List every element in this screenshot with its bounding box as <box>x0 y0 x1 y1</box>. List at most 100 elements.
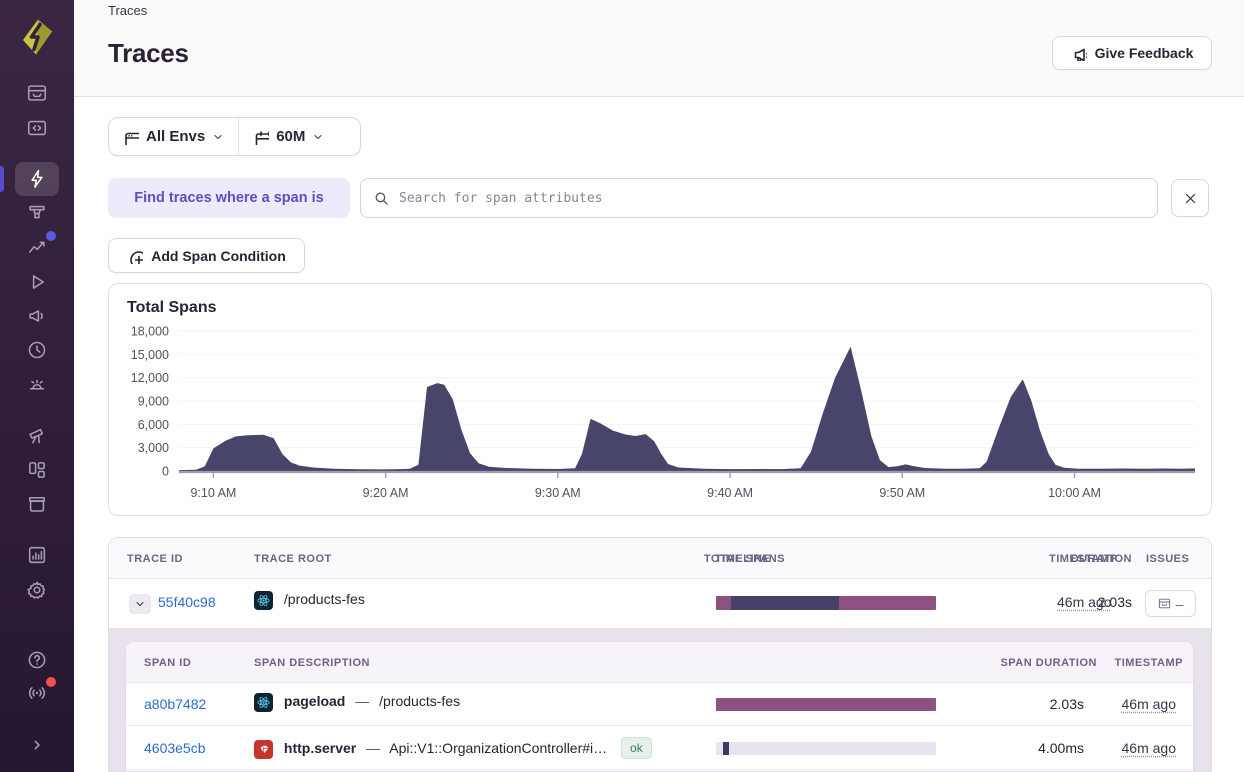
span-op: http.server <box>283 740 357 756</box>
sentry-logo-icon[interactable] <box>17 17 57 57</box>
trace-timestamp[interactable]: 46m ago <box>1057 594 1111 610</box>
trace-issues-button[interactable]: – <box>1145 590 1196 617</box>
releases-icon <box>29 496 45 512</box>
span-row[interactable]: 4603e5cb http.server — Api::V1::Organiza… <box>126 727 1193 770</box>
sidebar-item-feedback[interactable] <box>15 299 59 333</box>
sidebar-item-explore[interactable] <box>0 162 59 196</box>
sidebar-item-discover[interactable] <box>15 419 59 453</box>
sidebar-item-projects[interactable] <box>15 111 59 145</box>
chevron-down-icon <box>136 602 144 606</box>
performance-icon <box>28 241 45 253</box>
span-status-badge: ok <box>621 737 652 759</box>
svg-text:0: 0 <box>162 465 169 479</box>
span-timestamp[interactable]: 46m ago <box>1122 740 1176 756</box>
issues-icon <box>27 85 47 101</box>
svg-text:9,000: 9,000 <box>138 395 169 409</box>
separator: — <box>355 693 370 709</box>
search-icon <box>375 192 388 205</box>
window-icon <box>125 132 139 145</box>
ruby-icon <box>254 740 273 759</box>
sidebar-item-crons[interactable] <box>15 333 59 367</box>
insights-icon <box>29 205 45 219</box>
environment-filter-label: All Envs <box>146 128 206 145</box>
trace-root-label: /products-fes <box>283 591 365 607</box>
sidebar <box>0 0 74 772</box>
span-duration-bar <box>716 742 936 755</box>
time-range-label: 60M <box>276 128 306 145</box>
svg-text:9:10 AM: 9:10 AM <box>190 486 236 500</box>
trace-row[interactable]: 55f40c98 /products-fes 624 2.03s 46m ago <box>109 579 1211 628</box>
span-id-link[interactable]: 4603e5cb <box>144 740 206 756</box>
give-feedback-button[interactable]: Give Feedback <box>1052 36 1212 70</box>
trace-id-link[interactable]: 55f40c98 <box>158 594 216 610</box>
sidebar-item-releases[interactable] <box>15 487 59 521</box>
explore-icon <box>31 169 43 188</box>
add-span-condition-label: Add Span Condition <box>151 247 286 264</box>
svg-text:9:40 AM: 9:40 AM <box>707 486 753 500</box>
react-icon <box>254 693 273 712</box>
trace-table-header: TRACE ID TRACE ROOT TOTAL SPANS TIMELINE… <box>109 538 1211 579</box>
collapse-trace-button[interactable] <box>129 594 151 614</box>
add-span-condition-button[interactable]: Add Span Condition <box>108 238 305 273</box>
span-id-link[interactable]: a80b7482 <box>144 696 206 712</box>
sidebar-item-dashboards[interactable] <box>15 453 59 487</box>
expanded-trace-panel: SPAN ID SPAN DESCRIPTION SPAN DURATION T… <box>109 628 1211 771</box>
sidebar-item-settings[interactable] <box>15 573 59 607</box>
column-span-description: SPAN DESCRIPTION <box>254 657 370 669</box>
span-table: SPAN ID SPAN DESCRIPTION SPAN DURATION T… <box>126 642 1193 771</box>
breadcrumb[interactable]: Traces <box>108 3 147 18</box>
sidebar-item-replays[interactable] <box>15 265 59 299</box>
sidebar-item-insights[interactable] <box>15 196 59 230</box>
issue-icon <box>1158 598 1170 609</box>
whats-new-notification-dot <box>46 677 56 687</box>
environment-filter[interactable]: All Envs <box>109 118 238 155</box>
column-trace-root: TRACE ROOT <box>254 553 332 565</box>
chevron-down-icon <box>314 134 322 139</box>
sidebar-item-collapse[interactable] <box>15 728 59 762</box>
clear-search-button[interactable] <box>1171 179 1209 217</box>
page-title: Traces <box>108 38 189 68</box>
sidebar-item-issues[interactable] <box>15 76 59 110</box>
close-icon <box>1185 193 1195 203</box>
react-icon <box>254 591 273 610</box>
span-op: pageload <box>283 693 346 709</box>
span-search-box <box>360 178 1158 218</box>
svg-text:9:20 AM: 9:20 AM <box>363 486 409 500</box>
column-span-duration: SPAN DURATION <box>1000 657 1097 669</box>
total-spans-area-chart: 0 3,000 6,000 9,000 12,000 15,000 18,000 9:10 A… <box>131 326 1195 500</box>
active-item-indicator <box>0 166 4 192</box>
page-filter-bar: All Envs 60M <box>108 117 361 156</box>
span-duration: 4.00ms <box>1038 740 1084 756</box>
span-search-input[interactable] <box>399 190 1145 206</box>
sidebar-item-alerts[interactable] <box>15 367 59 401</box>
sidebar-item-help[interactable] <box>15 643 59 677</box>
time-range-filter[interactable]: 60M <box>239 118 338 155</box>
chevron-down-icon <box>214 134 222 139</box>
help-icon <box>28 651 46 669</box>
dashboards-icon <box>29 462 45 478</box>
performance-notification-dot <box>46 231 56 241</box>
span-description-cell: pageload — /products-fes <box>254 693 460 712</box>
sidebar-item-whats-new[interactable] <box>15 676 59 710</box>
traces-page: Traces Traces Give Feedback All Envs 60M… <box>0 0 1244 772</box>
crons-icon <box>28 341 46 359</box>
column-span-id: SPAN ID <box>144 657 192 669</box>
discover-icon <box>29 428 44 444</box>
megaphone-icon <box>1074 48 1087 61</box>
trace-issues-count: – <box>1175 595 1184 612</box>
sidebar-item-stats[interactable] <box>15 538 59 572</box>
span-duration: 2.03s <box>1049 696 1084 712</box>
settings-icon <box>27 581 46 599</box>
total-spans-chart-card: Total Spans 0 3,000 6,000 9,000 12,000 15,000… <box>108 283 1212 516</box>
feedback-icon <box>29 310 43 322</box>
find-traces-label: Find traces where a span is <box>108 178 350 218</box>
plus-circle-icon <box>130 250 144 264</box>
svg-text:6,000: 6,000 <box>138 418 169 432</box>
span-timestamp[interactable]: 46m ago <box>1122 696 1176 712</box>
column-timestamp: TIMESTAMP <box>1049 553 1118 565</box>
stats-icon <box>28 546 46 564</box>
span-duration-bar <box>716 698 936 711</box>
svg-text:12,000: 12,000 <box>131 371 169 385</box>
span-row[interactable]: a80b7482 pageload — /products-fes 2.03s … <box>126 683 1193 726</box>
sidebar-item-performance[interactable] <box>15 230 59 264</box>
